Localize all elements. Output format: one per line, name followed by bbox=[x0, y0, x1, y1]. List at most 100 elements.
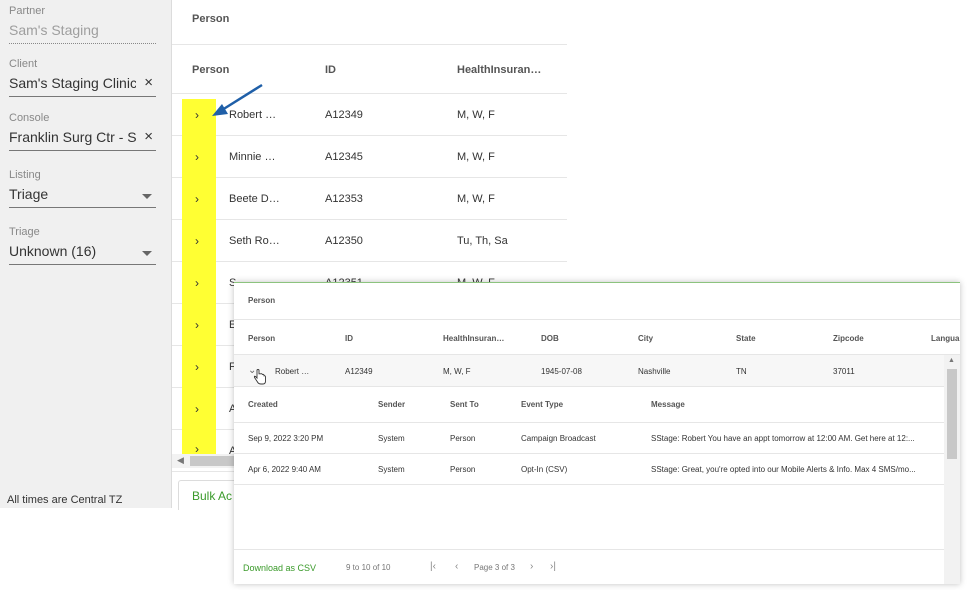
table-row[interactable]: Minnie … A12345 M, W, F bbox=[172, 136, 567, 178]
event-sender: System bbox=[378, 434, 405, 443]
bulk-actions-label: Bulk Ac bbox=[192, 489, 233, 503]
person-id: A12349 bbox=[325, 109, 363, 121]
triage-value[interactable]: Unknown (16) bbox=[9, 243, 156, 263]
event-created: Sep 9, 2022 3:20 PM bbox=[248, 434, 324, 443]
popup-title: Person bbox=[248, 296, 276, 305]
horizontal-scrollbar[interactable]: ◀ bbox=[172, 454, 242, 468]
table-row[interactable]: Robert … A12349 M, W, F bbox=[172, 94, 567, 136]
last-page-icon[interactable]: ›| bbox=[550, 561, 556, 572]
person-dob: 1945-07-08 bbox=[541, 367, 582, 376]
client-label: Client bbox=[9, 58, 38, 70]
console-clear-icon[interactable]: × bbox=[144, 128, 153, 145]
listing-underline bbox=[9, 207, 156, 208]
col-header-sender[interactable]: Sender bbox=[378, 400, 405, 409]
table-row[interactable]: Beete D… A12353 M, W, F bbox=[172, 178, 567, 220]
person-name: Beete D… bbox=[229, 193, 279, 205]
person-name: Seth Ro… bbox=[229, 235, 279, 247]
person-zipcode: 37011 bbox=[833, 367, 855, 376]
expand-row-chevron-icon[interactable]: › bbox=[195, 402, 199, 416]
expand-row-chevron-icon[interactable]: › bbox=[195, 150, 199, 164]
scroll-left-icon[interactable]: ◀ bbox=[177, 455, 184, 466]
page-indicator: Page 3 of 3 bbox=[474, 563, 515, 572]
next-page-icon[interactable]: › bbox=[530, 561, 533, 572]
person-id: A12353 bbox=[325, 193, 363, 205]
person-table-header: Person ID HealthInsuran… bbox=[172, 44, 567, 94]
timezone-note: All times are Central TZ bbox=[7, 494, 123, 506]
partner-underline bbox=[9, 43, 156, 44]
triage-dropdown-icon[interactable] bbox=[142, 251, 152, 256]
col-header-id[interactable]: ID bbox=[325, 64, 336, 76]
event-sender: System bbox=[378, 465, 405, 474]
person-id: A12350 bbox=[325, 235, 363, 247]
event-created: Apr 6, 2022 9:40 AM bbox=[248, 465, 321, 474]
col-header-created[interactable]: Created bbox=[248, 400, 278, 409]
download-csv-link[interactable]: Download as CSV bbox=[243, 563, 316, 573]
hand-cursor-icon bbox=[253, 369, 266, 385]
person-id: A12345 bbox=[325, 151, 363, 163]
event-type: Campaign Broadcast bbox=[521, 434, 596, 443]
person-table-title: Person bbox=[192, 13, 230, 25]
tab-bulk-actions[interactable]: Bulk Ac bbox=[178, 480, 238, 510]
expand-row-chevron-icon[interactable]: › bbox=[195, 276, 199, 290]
person-health-insurance: M, W, F bbox=[457, 193, 495, 205]
person-name: Robert … bbox=[275, 367, 310, 376]
event-row[interactable]: Sep 9, 2022 3:20 PM System Person Campai… bbox=[234, 423, 944, 454]
table-row[interactable]: Seth Ro… A12350 Tu, Th, Sa bbox=[172, 220, 567, 262]
scroll-up-icon[interactable]: ▲ bbox=[948, 357, 955, 364]
events-table-header: Created Sender Sent To Event Type Messag… bbox=[234, 387, 944, 423]
triage-label: Triage bbox=[9, 226, 40, 238]
col-header-zipcode[interactable]: Zipcode bbox=[833, 334, 864, 343]
col-header-health-insurance[interactable]: HealthInsuran… bbox=[443, 334, 504, 343]
col-header-state[interactable]: State bbox=[736, 334, 756, 343]
listing-dropdown-icon[interactable] bbox=[142, 194, 152, 199]
console-value[interactable]: Franklin Surg Ctr - Sa bbox=[9, 129, 136, 149]
person-city: Nashville bbox=[638, 367, 671, 376]
pagination-footer: Download as CSV 9 to 10 of 10 |‹ ‹ Page … bbox=[234, 549, 944, 584]
partner-value: Sam's Staging bbox=[9, 22, 99, 38]
expand-row-chevron-icon[interactable]: › bbox=[195, 192, 199, 206]
expand-row-chevron-icon[interactable]: › bbox=[195, 318, 199, 332]
col-header-dob[interactable]: DOB bbox=[541, 334, 559, 343]
previous-page-icon[interactable]: ‹ bbox=[455, 561, 458, 572]
event-message: SStage: Robert You have an appt tomorrow… bbox=[651, 434, 915, 443]
event-row[interactable]: Apr 6, 2022 9:40 AM System Person Opt-In… bbox=[234, 454, 944, 485]
client-underline bbox=[9, 96, 156, 97]
partner-label: Partner bbox=[9, 5, 46, 17]
person-name: Robert … bbox=[229, 109, 277, 121]
console-label: Console bbox=[9, 112, 50, 124]
col-header-event-type[interactable]: Event Type bbox=[521, 400, 563, 409]
col-header-language[interactable]: Langua bbox=[931, 334, 959, 343]
col-header-sent-to[interactable]: Sent To bbox=[450, 400, 479, 409]
listing-value[interactable]: Triage bbox=[9, 186, 156, 206]
person-state: TN bbox=[736, 367, 747, 376]
event-type: Opt-In (CSV) bbox=[521, 465, 568, 474]
expanded-table-row[interactable]: ⌄ Robert … A12349 M, W, F 1945-07-08 Nas… bbox=[234, 355, 944, 387]
col-header-health-insurance[interactable]: HealthInsuran… bbox=[457, 64, 541, 76]
col-header-person[interactable]: Person bbox=[248, 334, 275, 343]
expanded-person-popup: Person Person ID HealthInsuran… DOB City… bbox=[234, 282, 960, 584]
col-header-person[interactable]: Person bbox=[192, 64, 229, 76]
person-id: A12349 bbox=[345, 367, 373, 376]
person-health-insurance: Tu, Th, Sa bbox=[457, 235, 508, 247]
person-health-insurance: M, W, F bbox=[457, 109, 495, 121]
first-page-icon[interactable]: |‹ bbox=[430, 561, 436, 572]
person-health-insurance: M, W, F bbox=[443, 367, 471, 376]
expand-row-chevron-icon[interactable]: › bbox=[195, 108, 199, 122]
col-header-id[interactable]: ID bbox=[345, 334, 353, 343]
vertical-scrollbar[interactable]: ▲ bbox=[944, 355, 960, 584]
listing-label: Listing bbox=[9, 169, 41, 181]
client-clear-icon[interactable]: × bbox=[144, 74, 153, 91]
person-name: Minnie … bbox=[229, 151, 276, 163]
client-value[interactable]: Sam's Staging Clinic bbox=[9, 75, 136, 95]
person-health-insurance: M, W, F bbox=[457, 151, 495, 163]
triage-underline bbox=[9, 264, 156, 265]
filter-sidebar: Partner Sam's Staging Client Sam's Stagi… bbox=[0, 0, 172, 508]
scroll-thumb[interactable] bbox=[947, 369, 957, 459]
expand-column-highlight bbox=[182, 99, 216, 455]
expand-row-chevron-icon[interactable]: › bbox=[195, 234, 199, 248]
expand-row-chevron-icon[interactable]: › bbox=[195, 360, 199, 374]
event-sent-to: Person bbox=[450, 465, 476, 474]
col-header-message[interactable]: Message bbox=[651, 400, 685, 409]
col-header-city[interactable]: City bbox=[638, 334, 653, 343]
event-message: SStage: Great, you're opted into our Mob… bbox=[651, 465, 916, 474]
